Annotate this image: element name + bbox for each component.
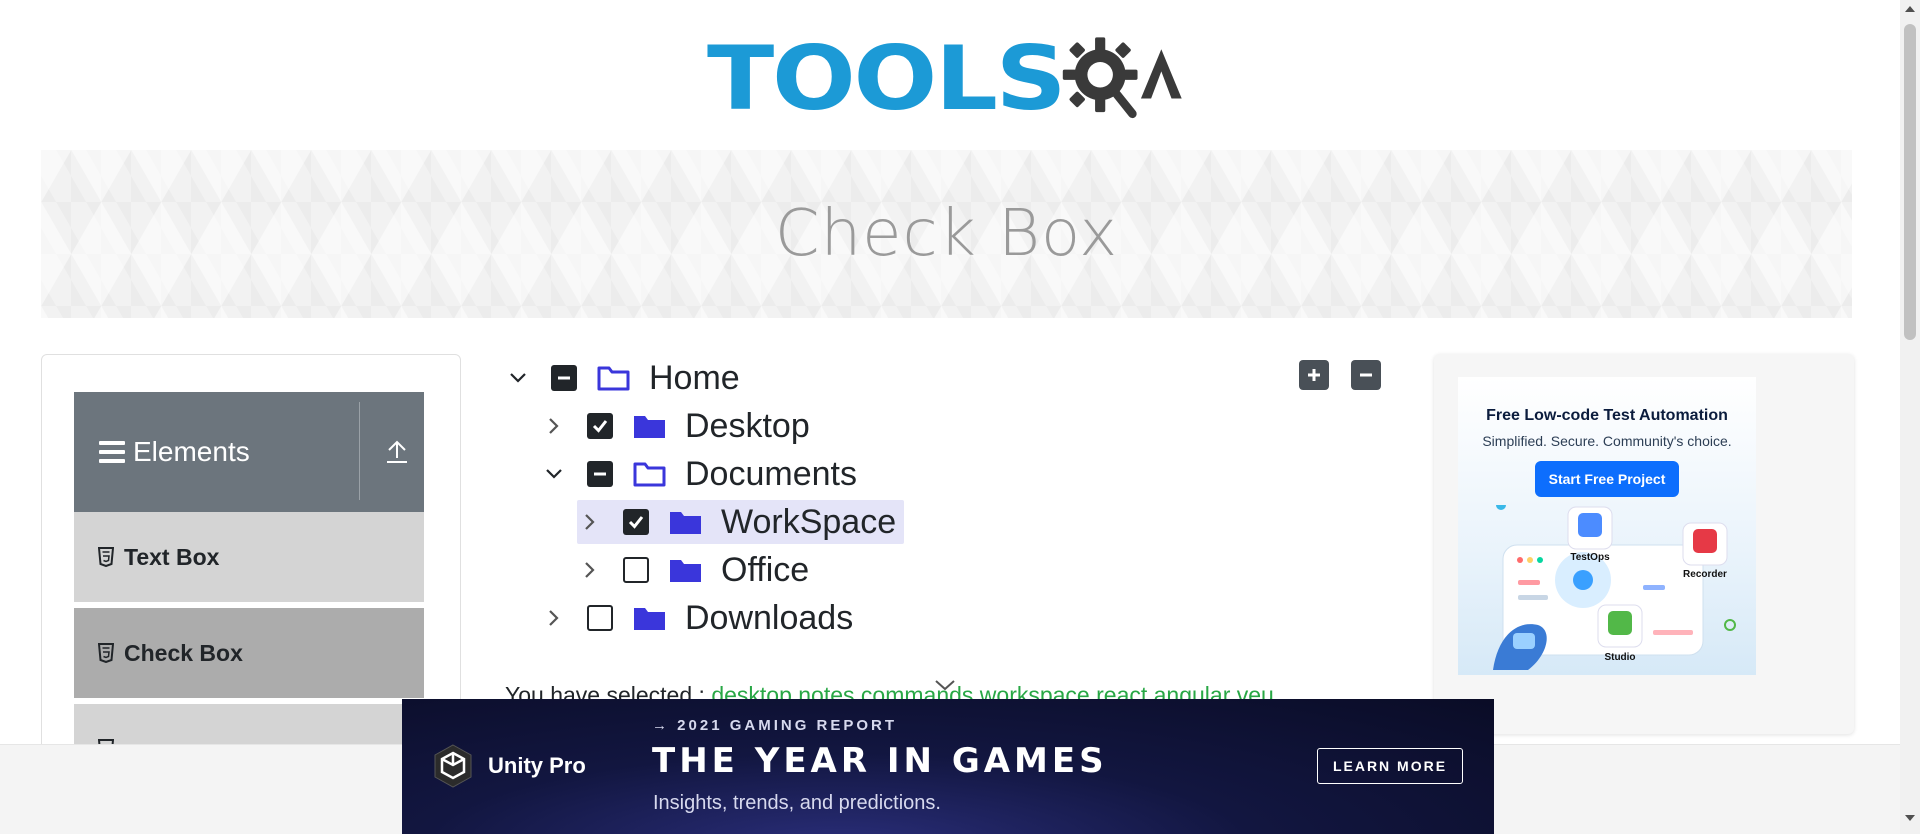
chevron-right-icon[interactable]	[541, 605, 567, 631]
minus-icon	[1360, 373, 1372, 377]
page-scrollbar[interactable]	[1900, 0, 1920, 834]
tree-node-label[interactable]: Downloads	[685, 599, 853, 638]
right-ad-panel: Free Low-code Test Automation Simplified…	[1434, 354, 1854, 734]
html5-icon	[98, 643, 114, 663]
ad-kicker: → 2021 GAMING REPORT	[652, 717, 898, 734]
plus-icon	[1308, 369, 1320, 381]
tree-node-label[interactable]: WorkSpace	[721, 503, 896, 542]
tree-node-label[interactable]: Office	[721, 551, 809, 590]
learn-more-button[interactable]: LEARN MORE	[1317, 748, 1463, 784]
page-title: Check Box	[774, 197, 1119, 271]
header-divider	[359, 402, 360, 500]
upload-arrow-icon	[387, 440, 407, 463]
tree-checkbox-home[interactable]	[551, 365, 577, 391]
chevron-right-icon[interactable]	[577, 557, 603, 583]
page-banner: Check Box	[41, 150, 1852, 318]
menu-icon	[99, 441, 125, 463]
sidebar: Elements Text Box Check Box	[41, 354, 461, 754]
badge-studio: Studio	[1604, 652, 1635, 663]
logo-text: TOOLS	[707, 27, 1067, 130]
tree-checkbox-downloads[interactable]	[587, 605, 613, 631]
tree-node-home: Home	[505, 356, 740, 400]
tree-node-label[interactable]: Home	[649, 359, 740, 398]
chevron-right-icon[interactable]	[577, 509, 603, 535]
tree-node-office: Office	[577, 548, 809, 592]
katalon-ad[interactable]: Free Low-code Test Automation Simplified…	[1458, 377, 1756, 675]
scroll-up-arrow-icon[interactable]	[1905, 6, 1915, 12]
scrollbar-thumb[interactable]	[1904, 24, 1916, 340]
sidebar-item-text-box[interactable]: Text Box	[74, 512, 424, 605]
toolsqa-logo[interactable]: TOOLS	[707, 20, 1192, 138]
sidebar-group-title: Elements	[133, 436, 250, 467]
collapse-all-button[interactable]	[1351, 360, 1381, 390]
sidebar-item-check-box[interactable]: Check Box	[74, 608, 424, 701]
ad-subline: Simplified. Secure. Community's choice.	[1482, 433, 1732, 449]
tree-node-desktop: Desktop	[541, 404, 810, 448]
sidebar-group-elements[interactable]: Elements	[74, 392, 424, 512]
folder-icon	[633, 412, 667, 440]
unity-brand-label: Unity Pro	[488, 753, 586, 778]
tree-node-documents: Documents	[541, 452, 857, 496]
sidebar-item-label: Check Box	[124, 639, 243, 666]
tree-node-downloads: Downloads	[541, 596, 853, 640]
ad-close-chevron-icon[interactable]	[934, 678, 956, 692]
chevron-down-icon[interactable]	[541, 461, 567, 487]
badge-recorder: Recorder	[1683, 569, 1727, 580]
unity-brand: Unity Pro	[432, 743, 586, 789]
tree-checkbox-office[interactable]	[623, 557, 649, 583]
gear-magnifier-icon	[1062, 37, 1182, 119]
folder-open-icon	[597, 364, 631, 392]
folder-icon	[633, 604, 667, 632]
ad-headline: Free Low-code Test Automation	[1486, 407, 1728, 424]
tree-checkbox-documents[interactable]	[587, 461, 613, 487]
ad-illustration: TestOps Recorder Studio	[1493, 505, 1736, 670]
tree-node-workspace: WorkSpace	[577, 500, 905, 544]
tree-node-label[interactable]: Desktop	[685, 407, 810, 446]
chevron-right-icon[interactable]	[541, 413, 567, 439]
tree-node-label[interactable]: Documents	[685, 455, 857, 494]
start-free-project-button[interactable]: Start Free Project	[1534, 461, 1680, 497]
checkbox-tree: Home Desktop Documents WorkSpace Office Downl…	[505, 356, 1385, 656]
collapse-group-button[interactable]	[370, 392, 424, 512]
folder-icon	[669, 556, 703, 584]
tree-checkbox-workspace[interactable]	[623, 509, 649, 535]
folder-open-icon	[633, 460, 667, 488]
folder-icon	[669, 508, 703, 536]
expand-all-button[interactable]	[1299, 360, 1329, 390]
unity-cube-icon	[434, 744, 472, 788]
ad-subline: Insights, trends, and predictions.	[653, 792, 941, 814]
scroll-down-arrow-icon[interactable]	[1905, 815, 1915, 821]
chevron-down-icon[interactable]	[505, 365, 531, 391]
unity-ad-banner[interactable]: Unity Pro → 2021 GAMING REPORT THE YEAR …	[402, 699, 1494, 834]
html5-icon	[98, 547, 114, 567]
badge-testops: TestOps	[1570, 552, 1610, 563]
tree-checkbox-desktop[interactable]	[587, 413, 613, 439]
ad-headline: THE YEAR IN GAMES	[652, 741, 1108, 781]
sidebar-item-label: Text Box	[124, 543, 220, 570]
